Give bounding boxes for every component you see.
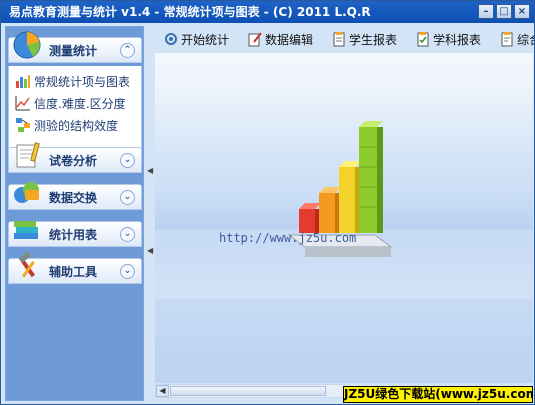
toolbar-label: 开始统计	[181, 32, 230, 47]
panel-title: 统计用表	[49, 227, 98, 242]
chevron-down-icon[interactable]: ⌄	[120, 189, 135, 205]
tools-icon	[11, 250, 43, 282]
app-window: 易点教育测量与统计 v1.4 - 常规统计项与图表 - (C) 2011 L.Q…	[0, 0, 535, 405]
structure-icon	[16, 118, 30, 132]
sidebar-item-reliability[interactable]: 信度.难度.区分度	[9, 92, 141, 114]
maximize-button[interactable]: □	[496, 4, 512, 19]
sidebar-item-structure-validity[interactable]: 测验的结构效度	[9, 114, 141, 136]
toolbar-label: 学生报表	[349, 32, 398, 47]
bar-chart-icon	[16, 75, 30, 88]
url-watermark: http://www.jz5u.com	[219, 231, 357, 245]
toolbar: 开始统计 数据编辑 学生报表 学科报表 综	[155, 28, 534, 50]
window-title: 易点教育测量与统计 v1.4 - 常规统计项与图表 - (C) 2011 L.Q…	[9, 5, 371, 19]
title-bar: 易点教育测量与统计 v1.4 - 常规统计项与图表 - (C) 2011 L.Q…	[1, 1, 534, 23]
toolbar-label: 数据编辑	[265, 32, 314, 47]
exchange-icon	[11, 176, 43, 208]
edit-icon	[248, 32, 262, 47]
panel-exam-analysis[interactable]: 试卷分析 ⌄	[8, 142, 142, 173]
books-icon	[11, 213, 43, 245]
subject-report-button[interactable]: 学科报表	[415, 31, 481, 48]
combined-report-button[interactable]: 综合报	[499, 31, 534, 48]
checklist-icon	[417, 32, 429, 47]
main-content: http://www.jz5u.com	[155, 53, 533, 383]
collapse-arrow-icon[interactable]: ◀ ◀	[147, 166, 153, 256]
window-controls: – □ ×	[478, 4, 530, 19]
paper-pencil-icon	[11, 139, 43, 171]
student-report-button[interactable]: 学生报表	[331, 31, 397, 48]
bar-chart-3d-icon	[287, 121, 393, 257]
panel-title: 试卷分析	[49, 153, 98, 168]
panel-aux-tools[interactable]: 辅助工具 ⌄	[8, 251, 142, 284]
minimize-button[interactable]: –	[478, 4, 494, 19]
close-button[interactable]: ×	[514, 4, 530, 19]
panel-title: 测量统计	[49, 43, 98, 58]
toolbar-label: 学科报表	[433, 32, 482, 47]
panel-measurement-stats[interactable]: 测量统计 ⌃	[8, 31, 142, 63]
sidebar-item-common-stats[interactable]: 常规统计项与图表	[9, 70, 141, 92]
sidebar: 测量统计 ⌃ 常规统计项与图表 信度.难度.区分度 测验的结构效度 试卷分析 ⌄…	[5, 26, 144, 401]
scroll-thumb[interactable]	[170, 386, 326, 396]
start-stats-button[interactable]: 开始统计	[163, 31, 229, 48]
chevron-down-icon[interactable]: ⌄	[120, 263, 135, 279]
site-watermark: JZ5U绿色下载站(www.jz5u.com)	[343, 386, 533, 403]
panel-title: 数据交换	[49, 190, 98, 205]
panel-data-exchange[interactable]: 数据交换 ⌄	[8, 182, 142, 210]
pie-chart-icon	[11, 29, 43, 61]
chevron-up-icon[interactable]: ⌃	[120, 42, 135, 58]
chevron-down-icon[interactable]: ⌄	[120, 152, 135, 168]
panel-stat-tables[interactable]: 统计用表 ⌄	[8, 221, 142, 247]
data-edit-button[interactable]: 数据编辑	[247, 31, 313, 48]
scroll-left-icon[interactable]: ◀	[156, 385, 169, 397]
sidebar-item-label: 常规统计项与图表	[34, 74, 131, 89]
sidebar-item-label: 测验的结构效度	[34, 118, 119, 133]
doc-icon	[501, 32, 513, 47]
gear-icon	[165, 33, 177, 45]
panel-title: 辅助工具	[49, 264, 98, 279]
chevron-down-icon[interactable]: ⌄	[120, 226, 135, 242]
toolbar-label: 综合报	[517, 32, 534, 47]
report-icon	[333, 32, 345, 47]
sidebar-item-label: 信度.难度.区分度	[34, 96, 126, 111]
line-chart-icon	[15, 96, 30, 111]
horizontal-scrollbar[interactable]: ◀	[155, 384, 345, 398]
